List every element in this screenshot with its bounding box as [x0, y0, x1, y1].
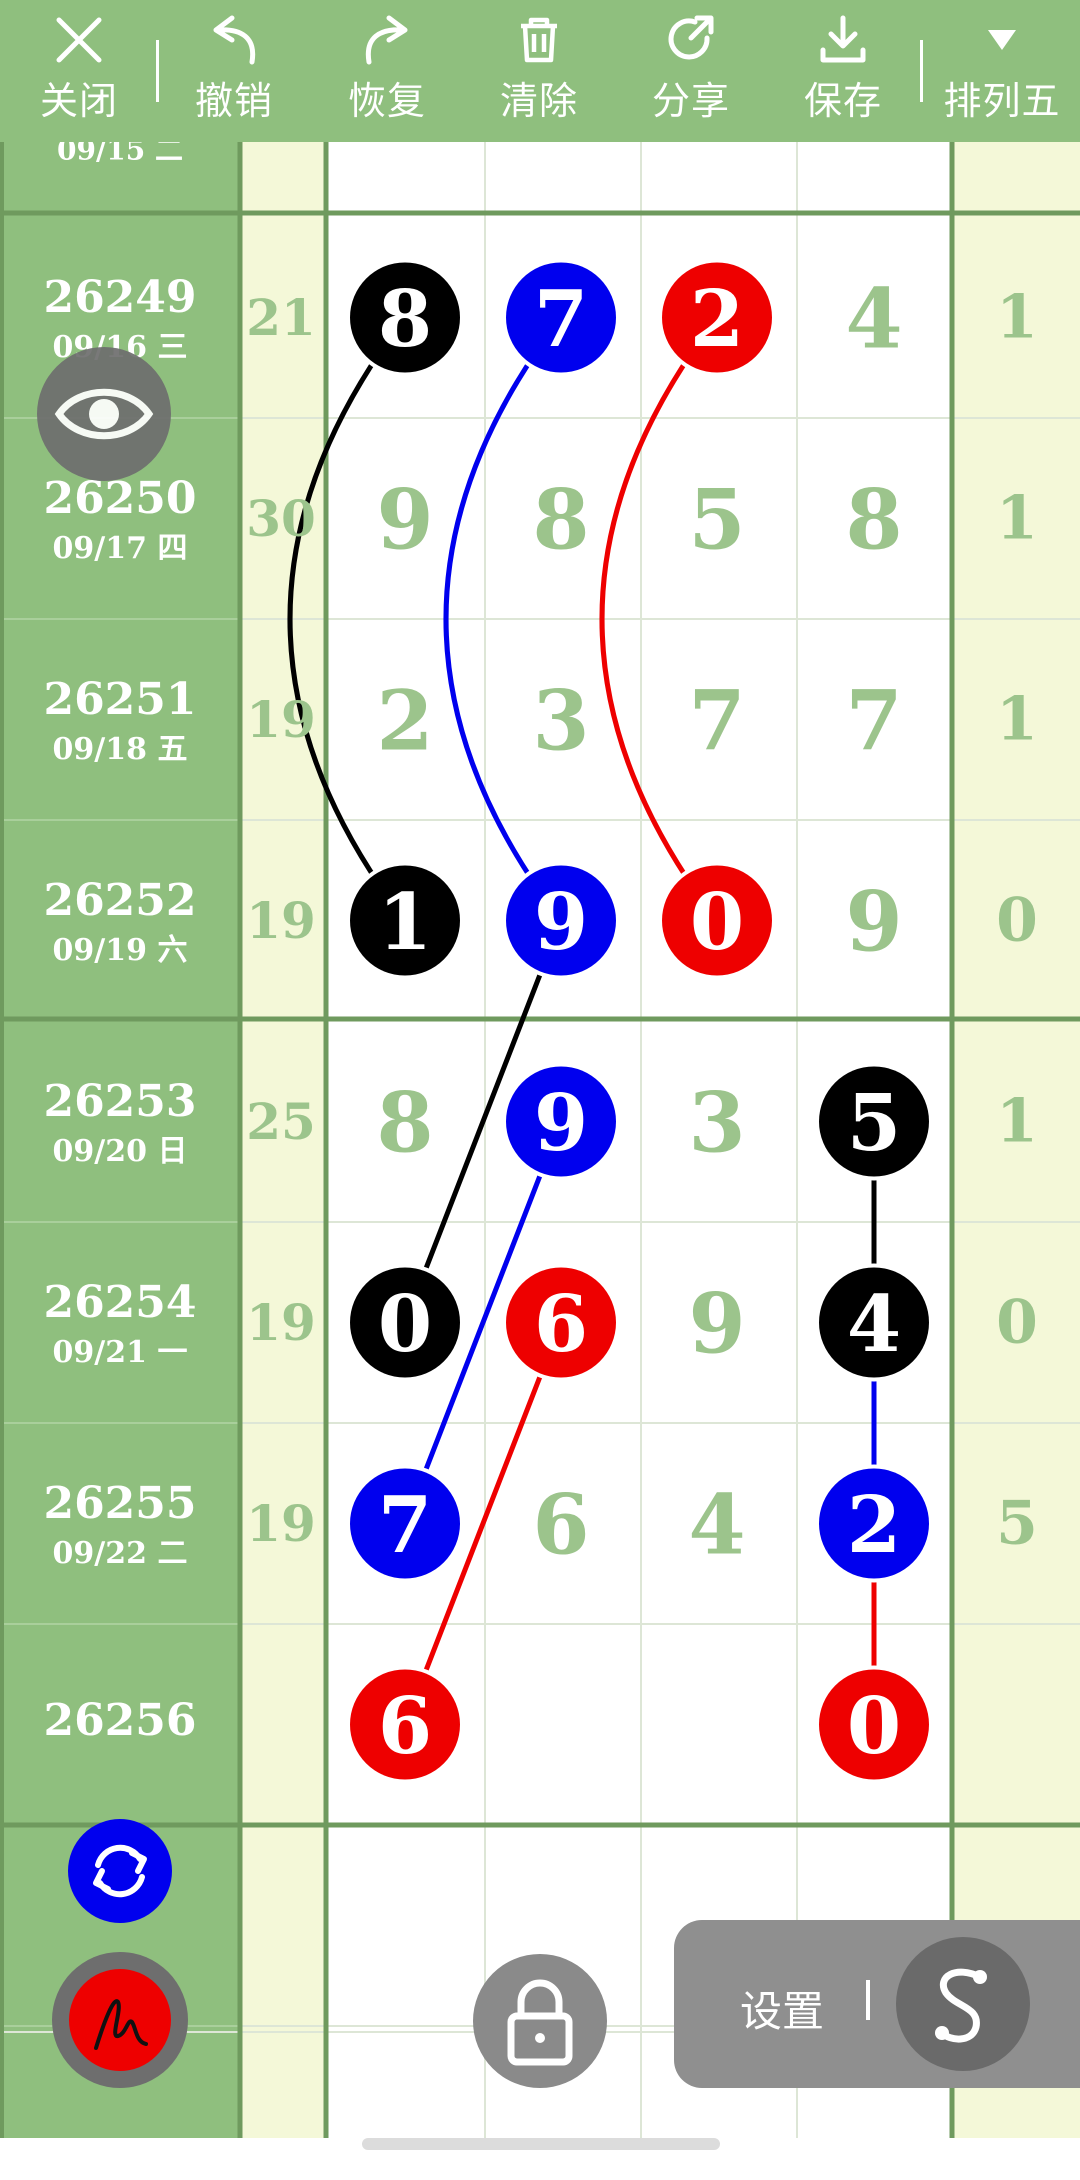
sum-value: 19	[246, 891, 316, 950]
lottery-type-label: 排列五	[943, 79, 1061, 123]
ball-digit: 8	[378, 274, 432, 365]
undo-icon	[213, 15, 256, 65]
system-navigation-bar	[0, 2138, 1080, 2180]
toolbar-divider	[156, 40, 159, 102]
issue-number: 26251	[43, 674, 196, 725]
digit-cell: 4	[845, 272, 902, 368]
last-value: 1	[996, 283, 1038, 353]
refresh-icon	[93, 1844, 147, 1898]
ball-digit: 0	[690, 877, 744, 968]
ball-digit: 1	[378, 877, 432, 968]
digit-cell: 9	[376, 473, 433, 569]
sum-value: 19	[246, 690, 316, 749]
last-value: 1	[996, 484, 1038, 554]
sum-value: 21	[246, 288, 316, 347]
last-value: 5	[996, 1489, 1038, 1559]
issue-number: 26253	[43, 1076, 196, 1127]
sum-value: 25	[246, 1092, 316, 1151]
last-value: 1	[996, 1087, 1038, 1157]
home-indicator[interactable]	[362, 2138, 720, 2150]
redo-label: 恢复	[347, 79, 426, 123]
toolbar-divider	[920, 40, 923, 102]
lock-button[interactable]	[473, 1954, 607, 2088]
s-curve-button[interactable]	[896, 1937, 1030, 2071]
visibility-toggle-button[interactable]	[37, 347, 171, 481]
ball-digit: 2	[690, 274, 744, 365]
ball-digit: 7	[378, 1480, 432, 1571]
settings-label: 设置	[740, 1987, 825, 2036]
issue-number: 26254	[43, 1277, 196, 1328]
download-icon	[820, 15, 866, 63]
issue-date: 09/21 一	[53, 1335, 188, 1370]
issue-date: 09/18 五	[53, 732, 188, 767]
ball-digit: 6	[378, 1681, 432, 1772]
trash-icon	[521, 17, 557, 63]
ball-digit: 6	[534, 1279, 588, 1370]
sum-value: 19	[246, 1293, 316, 1352]
dropdown-arrow-icon	[988, 30, 1016, 50]
ball-digit: 4	[847, 1279, 901, 1370]
digit-cell: 5	[688, 473, 745, 569]
digit-cell: 6	[532, 1478, 589, 1574]
pen-icon	[94, 1999, 148, 2050]
digit-cell: 9	[688, 1277, 745, 1373]
close-label: 关闭	[39, 79, 118, 123]
issue-number: 26252	[43, 875, 196, 926]
issue-date: 09/22 二	[53, 1536, 188, 1571]
settings-panel[interactable]: 设置	[674, 1920, 1080, 2088]
clear-label: 清除	[499, 79, 578, 123]
issue-date: 09/20 日	[53, 1134, 188, 1169]
refresh-button[interactable]	[68, 1819, 172, 1923]
lock-icon	[507, 1979, 573, 2066]
eye-icon	[54, 388, 154, 440]
share-button[interactable]: 分享	[621, 0, 761, 142]
ball-digit: 7	[534, 274, 588, 365]
digit-cell: 3	[532, 674, 589, 770]
issue-number: 26249	[43, 272, 196, 323]
digit-cell: 9	[845, 875, 902, 971]
ball-digit: 9	[534, 877, 588, 968]
ball-digit: 9	[534, 1078, 588, 1169]
last-value: 0	[996, 886, 1038, 956]
redo-icon	[365, 15, 408, 65]
lottery-type-dropdown[interactable]: 排列五	[930, 0, 1074, 142]
digit-cell: 3	[688, 1076, 745, 1172]
top-toolbar: 关闭 撤销 恢复 清除 分享 保存 排列五	[0, 0, 1080, 142]
issue-date: 09/17 四	[53, 531, 188, 566]
share-label: 分享	[651, 79, 730, 123]
ball-digit: 0	[378, 1279, 432, 1370]
digit-cell: 4	[688, 1478, 745, 1574]
s-curve-icon	[935, 1968, 987, 2043]
sum-value: 19	[246, 1494, 316, 1553]
close-icon	[56, 17, 102, 63]
pen-color-button[interactable]	[52, 1952, 188, 2088]
share-icon	[668, 15, 714, 60]
last-value: 0	[996, 1288, 1038, 1358]
issue-number: 26255	[43, 1478, 196, 1529]
undo-label: 撤销	[194, 79, 273, 123]
digit-cell: 8	[845, 473, 902, 569]
settings-divider	[866, 1980, 870, 2020]
ball-digit: 2	[847, 1480, 901, 1571]
close-button[interactable]: 关闭	[9, 0, 149, 142]
issue-date: 09/19 六	[53, 933, 188, 968]
undo-button[interactable]: 撤销	[164, 0, 304, 142]
issue-number: 26256	[43, 1695, 196, 1746]
digit-cell: 7	[688, 674, 745, 770]
redo-button[interactable]: 恢复	[317, 0, 457, 142]
clear-button[interactable]: 清除	[469, 0, 609, 142]
digit-cell: 7	[845, 674, 902, 770]
save-label: 保存	[803, 79, 882, 123]
last-value: 1	[996, 685, 1038, 755]
digit-cell: 8	[532, 473, 589, 569]
ball-digit: 5	[847, 1078, 901, 1169]
digit-cell: 2	[376, 674, 433, 770]
ball-digit: 0	[847, 1681, 901, 1772]
digit-cell: 8	[376, 1076, 433, 1172]
sum-value: 30	[246, 489, 316, 548]
save-button[interactable]: 保存	[773, 0, 913, 142]
